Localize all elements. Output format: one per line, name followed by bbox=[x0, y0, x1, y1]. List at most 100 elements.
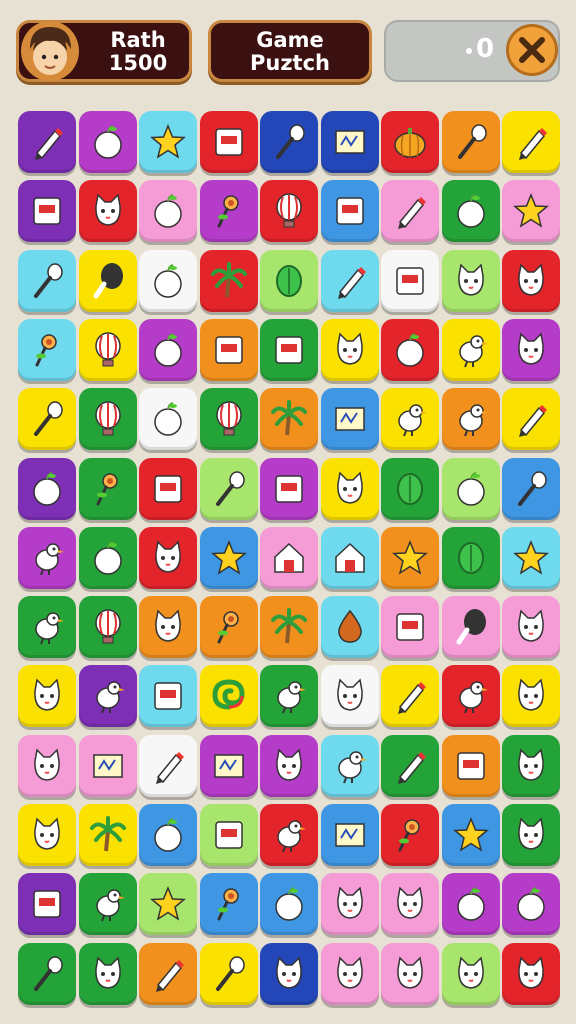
tile[interactable] bbox=[18, 180, 76, 243]
tile[interactable] bbox=[199, 388, 258, 451]
tile[interactable] bbox=[381, 111, 439, 173]
tile[interactable] bbox=[18, 734, 76, 797]
tile[interactable] bbox=[18, 457, 76, 520]
tile[interactable] bbox=[199, 180, 258, 243]
tile[interactable] bbox=[381, 873, 439, 936]
tile[interactable] bbox=[381, 596, 439, 659]
tile[interactable] bbox=[381, 734, 439, 797]
tile[interactable] bbox=[320, 665, 379, 728]
tile[interactable] bbox=[441, 318, 500, 381]
tile[interactable] bbox=[320, 526, 379, 589]
tile[interactable] bbox=[502, 318, 560, 381]
tile[interactable] bbox=[381, 942, 439, 1005]
tile[interactable] bbox=[320, 942, 379, 1005]
tile[interactable] bbox=[78, 873, 137, 936]
tile[interactable] bbox=[502, 180, 560, 243]
tile[interactable] bbox=[18, 665, 76, 728]
tile[interactable] bbox=[18, 388, 76, 451]
tile[interactable] bbox=[441, 942, 500, 1005]
tile[interactable] bbox=[139, 596, 197, 659]
tile[interactable] bbox=[381, 388, 439, 451]
tile[interactable] bbox=[502, 873, 560, 936]
tile[interactable] bbox=[260, 318, 318, 381]
tile[interactable] bbox=[199, 111, 258, 173]
tile[interactable] bbox=[502, 388, 560, 451]
tile[interactable] bbox=[18, 942, 76, 1005]
tile[interactable] bbox=[441, 249, 500, 312]
tile[interactable] bbox=[320, 873, 379, 936]
tile[interactable] bbox=[441, 457, 500, 520]
tile[interactable] bbox=[78, 804, 137, 866]
tile[interactable] bbox=[18, 804, 76, 866]
tile[interactable] bbox=[381, 180, 439, 243]
tile[interactable] bbox=[199, 804, 258, 866]
tile[interactable] bbox=[199, 249, 258, 312]
tile[interactable] bbox=[502, 665, 560, 728]
tile[interactable] bbox=[320, 388, 379, 451]
tile[interactable] bbox=[139, 318, 197, 381]
tile[interactable] bbox=[260, 942, 318, 1005]
tile[interactable] bbox=[260, 457, 318, 520]
tile[interactable] bbox=[18, 249, 76, 312]
tile[interactable] bbox=[441, 804, 500, 866]
tile[interactable] bbox=[502, 526, 560, 589]
tile[interactable] bbox=[381, 249, 439, 312]
tile[interactable] bbox=[441, 734, 500, 797]
tile[interactable] bbox=[320, 318, 379, 381]
tile[interactable] bbox=[260, 180, 318, 243]
tile[interactable] bbox=[502, 942, 560, 1005]
tile[interactable] bbox=[78, 665, 137, 728]
tile[interactable] bbox=[260, 804, 318, 866]
tile[interactable] bbox=[260, 111, 318, 173]
tile[interactable] bbox=[441, 873, 500, 936]
tile[interactable] bbox=[139, 942, 197, 1005]
tile[interactable] bbox=[199, 318, 258, 381]
tile[interactable] bbox=[139, 734, 197, 797]
tile[interactable] bbox=[78, 318, 137, 381]
tile[interactable] bbox=[502, 804, 560, 866]
tile[interactable] bbox=[18, 596, 76, 659]
tile[interactable] bbox=[320, 111, 379, 173]
tile[interactable] bbox=[78, 596, 137, 659]
tile[interactable] bbox=[502, 457, 560, 520]
tile[interactable] bbox=[502, 734, 560, 797]
tile[interactable] bbox=[18, 111, 76, 173]
tile[interactable] bbox=[78, 180, 137, 243]
tile[interactable] bbox=[320, 180, 379, 243]
tile[interactable] bbox=[441, 596, 500, 659]
tile[interactable] bbox=[78, 526, 137, 589]
tile[interactable] bbox=[199, 734, 258, 797]
tile[interactable] bbox=[78, 249, 137, 312]
tile[interactable] bbox=[441, 526, 500, 589]
tile[interactable] bbox=[199, 526, 258, 589]
tile[interactable] bbox=[441, 388, 500, 451]
tile[interactable] bbox=[139, 249, 197, 312]
tile[interactable] bbox=[139, 180, 197, 243]
tile[interactable] bbox=[260, 596, 318, 659]
tile[interactable] bbox=[139, 804, 197, 866]
tile[interactable] bbox=[139, 111, 197, 173]
tile[interactable] bbox=[78, 942, 137, 1005]
tile[interactable] bbox=[441, 180, 500, 243]
tile[interactable] bbox=[320, 457, 379, 520]
tile[interactable] bbox=[18, 873, 76, 936]
tile[interactable] bbox=[320, 804, 379, 866]
tile[interactable] bbox=[381, 665, 439, 728]
tile[interactable] bbox=[78, 388, 137, 451]
tile[interactable] bbox=[139, 873, 197, 936]
tile[interactable] bbox=[139, 665, 197, 728]
tile[interactable] bbox=[78, 457, 137, 520]
tile[interactable] bbox=[441, 111, 500, 173]
tile[interactable] bbox=[381, 526, 439, 589]
tile[interactable] bbox=[199, 457, 258, 520]
tile[interactable] bbox=[78, 111, 137, 173]
tile[interactable] bbox=[260, 388, 318, 451]
tile[interactable] bbox=[199, 665, 258, 728]
tile[interactable] bbox=[18, 318, 76, 381]
tile[interactable] bbox=[381, 804, 439, 866]
tile[interactable] bbox=[502, 111, 560, 173]
tile[interactable] bbox=[199, 596, 258, 659]
tile[interactable] bbox=[78, 734, 137, 797]
tile[interactable] bbox=[502, 249, 560, 312]
tile[interactable] bbox=[320, 734, 379, 797]
